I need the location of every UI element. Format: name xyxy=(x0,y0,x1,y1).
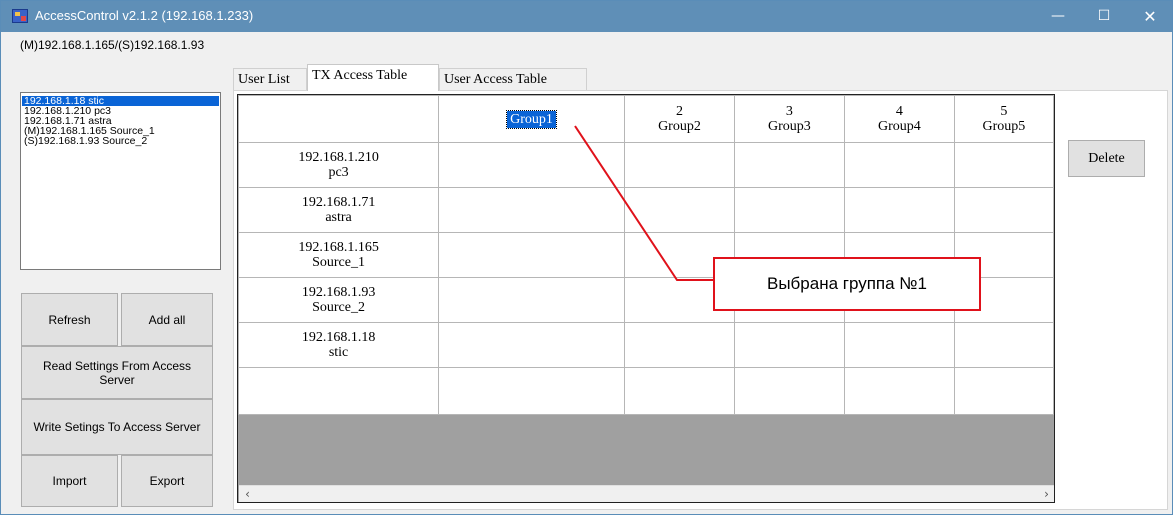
table-cell[interactable] xyxy=(733,322,845,368)
row-header-cell[interactable]: 192.168.1.18 stic xyxy=(238,322,440,368)
row-header-cell[interactable]: 192.168.1.93 Source_2 xyxy=(238,277,440,323)
row-header-cell[interactable]: 192.168.1.71 astra xyxy=(238,187,440,233)
table-cell[interactable] xyxy=(953,142,1054,188)
row-name: Source_2 xyxy=(312,300,365,315)
table-cell[interactable] xyxy=(733,187,845,233)
table-cell[interactable] xyxy=(843,367,955,415)
app-icon xyxy=(12,9,28,23)
tab-user-list[interactable]: User List xyxy=(233,68,307,90)
group-header-cell[interactable]: 4 Group4 xyxy=(843,95,955,143)
group-header-cell[interactable]: Group1 xyxy=(438,95,625,143)
annotation-callout: Выбрана группа №1 xyxy=(713,257,981,311)
access-table: Group1 2 Group2 3 Group3 4 Group4 5 Grou… xyxy=(238,95,1054,415)
row-ip: 192.168.1.71 xyxy=(301,195,376,210)
table-cell[interactable] xyxy=(843,142,955,188)
row-ip: 192.168.1.93 xyxy=(301,285,376,300)
tab-tx-access-table[interactable]: TX Access Table xyxy=(307,64,439,91)
row-ip: 192.168.1.165 xyxy=(298,240,379,255)
table-cell[interactable] xyxy=(953,187,1054,233)
row-header-cell[interactable]: 192.168.1.210 pc3 xyxy=(238,142,440,188)
table-row: 192.168.1.210 pc3 xyxy=(238,142,1054,188)
device-list-item[interactable]: (S)192.168.1.93 Source_2 xyxy=(22,136,219,147)
table-cell[interactable] xyxy=(623,142,735,188)
table-cell[interactable] xyxy=(238,367,440,415)
corner-cell xyxy=(238,95,440,143)
table-cell[interactable] xyxy=(438,187,625,233)
table-cell[interactable] xyxy=(843,187,955,233)
connection-label: (M)192.168.1.165/(S)192.168.1.93 xyxy=(20,38,205,52)
table-cell[interactable] xyxy=(953,367,1054,415)
row-header-cell[interactable]: 192.168.1.165 Source_1 xyxy=(238,232,440,278)
table-cell[interactable] xyxy=(623,367,735,415)
table-row: 192.168.1.18 stic xyxy=(238,322,1054,368)
group-header-name: Group4 xyxy=(877,119,921,134)
group-header-name: Group5 xyxy=(982,119,1026,134)
add-all-button[interactable]: Add all xyxy=(121,293,213,346)
row-ip: 192.168.1.210 xyxy=(298,150,379,165)
table-row: 192.168.1.71 astra xyxy=(238,187,1054,233)
scroll-right-arrow-icon[interactable]: › xyxy=(1038,486,1054,502)
tab-user-access-table[interactable]: User Access Table xyxy=(439,68,587,90)
table-cell[interactable] xyxy=(438,142,625,188)
group-header-cell[interactable]: 3 Group3 xyxy=(733,95,845,143)
group-number: 5 xyxy=(1000,104,1008,119)
table-cell[interactable] xyxy=(438,322,625,368)
close-button[interactable]: ✕ xyxy=(1127,1,1173,32)
minimize-button[interactable]: — xyxy=(1035,1,1081,32)
row-ip: 192.168.1.18 xyxy=(301,330,376,345)
group-header-name: Group2 xyxy=(658,119,701,134)
group-number: 4 xyxy=(895,104,903,119)
table-new-row xyxy=(238,367,1054,415)
group-header-name: Group3 xyxy=(768,119,811,134)
group-number: 2 xyxy=(675,104,683,119)
row-name: pc3 xyxy=(328,165,349,180)
window-title: AccessControl v2.1.2 (192.168.1.233) xyxy=(35,8,254,23)
maximize-button[interactable]: ☐ xyxy=(1081,1,1127,32)
group-number: 3 xyxy=(785,104,793,119)
row-name: Source_1 xyxy=(312,255,365,270)
horizontal-scrollbar[interactable]: ‹ › xyxy=(239,485,1054,502)
row-name: stic xyxy=(328,345,349,360)
table-cell[interactable] xyxy=(733,142,845,188)
header-row: Group1 2 Group2 3 Group3 4 Group4 5 Grou… xyxy=(238,95,1054,143)
group-header-cell[interactable]: 5 Group5 xyxy=(953,95,1054,143)
table-cell[interactable] xyxy=(623,322,735,368)
row-name: astra xyxy=(325,210,352,225)
table-cell[interactable] xyxy=(438,367,625,415)
title-bar[interactable]: AccessControl v2.1.2 (192.168.1.233) — ☐… xyxy=(1,1,1172,32)
group-header-name[interactable]: Group1 xyxy=(506,109,557,129)
read-settings-button[interactable]: Read Settings From Access Server xyxy=(21,346,213,399)
import-button[interactable]: Import xyxy=(21,455,118,507)
refresh-button[interactable]: Refresh xyxy=(21,293,118,346)
device-listbox[interactable]: 192.168.1.18 stic 192.168.1.210 pc3 192.… xyxy=(20,92,221,270)
scroll-left-arrow-icon[interactable]: ‹ xyxy=(239,486,256,502)
table-cell[interactable] xyxy=(623,187,735,233)
table-cell[interactable] xyxy=(733,367,845,415)
table-cell[interactable] xyxy=(843,322,955,368)
write-settings-button[interactable]: Write Setings To Access Server xyxy=(21,399,213,455)
export-button[interactable]: Export xyxy=(121,455,213,507)
table-cell[interactable] xyxy=(438,232,625,278)
table-cell[interactable] xyxy=(953,322,1054,368)
delete-button[interactable]: Delete xyxy=(1068,140,1145,177)
app-window: AccessControl v2.1.2 (192.168.1.233) — ☐… xyxy=(0,0,1173,515)
table-cell[interactable] xyxy=(438,277,625,323)
group-header-cell[interactable]: 2 Group2 xyxy=(623,95,735,143)
